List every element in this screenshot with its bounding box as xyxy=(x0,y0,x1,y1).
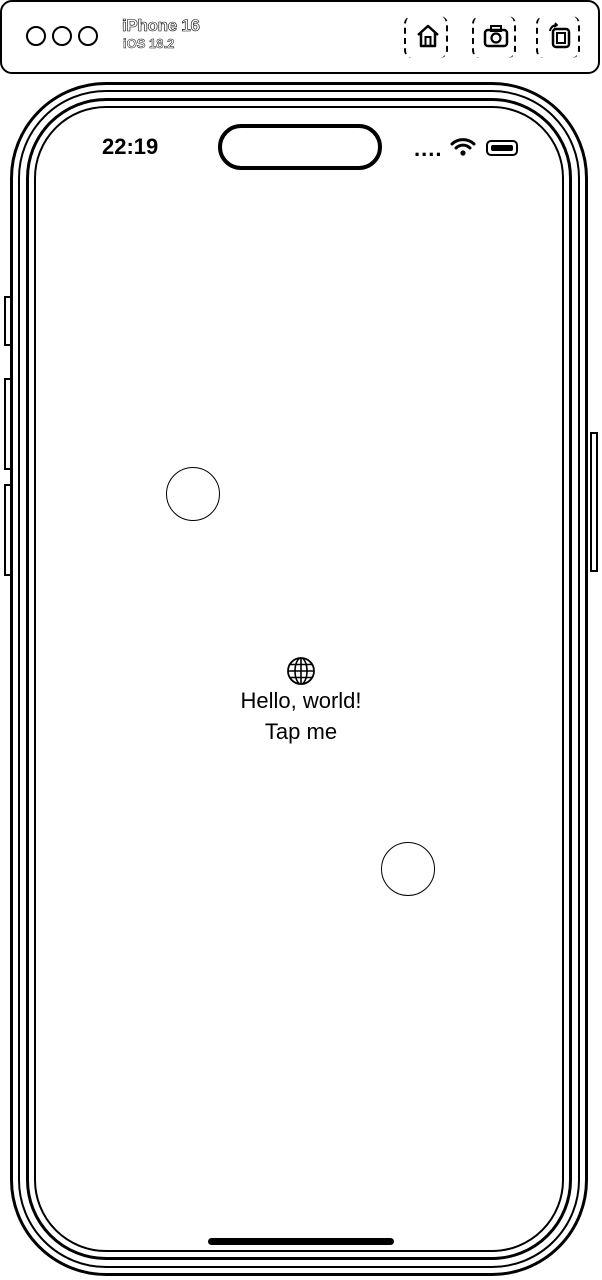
wifi-icon xyxy=(450,138,476,156)
touch-indicator-circle xyxy=(166,467,220,521)
globe-icon xyxy=(287,657,315,685)
tap-me-button[interactable]: Tap me xyxy=(0,719,602,745)
home-indicator[interactable] xyxy=(208,1238,394,1245)
screenshot-icon xyxy=(483,25,509,48)
simulator-toolbar: iPhone 16 iOS 18.2 xyxy=(0,0,600,74)
device-os-version: iOS 18.2 xyxy=(123,36,175,51)
home-icon xyxy=(417,24,439,48)
cellular-signal: .... xyxy=(414,136,443,161)
rotate-button[interactable] xyxy=(536,16,580,58)
close-window-button[interactable] xyxy=(26,26,46,46)
device-name: iPhone 16 xyxy=(122,16,201,36)
screenshot-button[interactable] xyxy=(472,16,516,58)
touch-indicator-circle xyxy=(381,842,435,896)
greeting-text: Hello, world! xyxy=(240,688,362,713)
zoom-window-button[interactable] xyxy=(78,26,98,46)
minimize-window-button[interactable] xyxy=(52,26,72,46)
power-button[interactable] xyxy=(590,432,598,572)
rotate-icon xyxy=(549,22,571,49)
status-time: 22:19 xyxy=(102,134,159,159)
battery-icon xyxy=(486,140,518,156)
home-button[interactable] xyxy=(404,16,448,58)
dynamic-island xyxy=(218,124,382,170)
